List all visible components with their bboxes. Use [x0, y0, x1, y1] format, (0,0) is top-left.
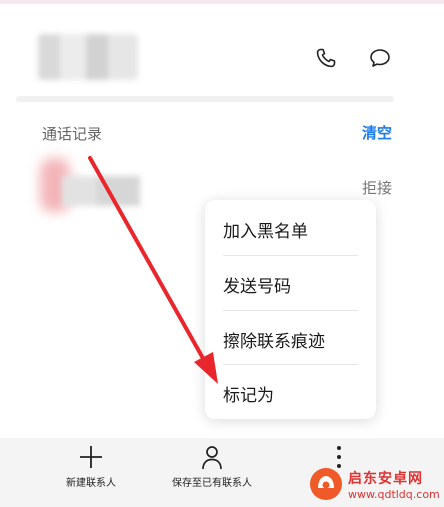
watermark-url: www.qdtldq.com	[348, 487, 440, 501]
context-menu: 加入黑名单 发送号码 擦除联系痕迹 标记为	[205, 200, 376, 419]
phone-icon	[316, 48, 336, 68]
clear-call-log-button[interactable]: 清空	[362, 122, 392, 143]
watermark-title: 启东安卓网	[348, 470, 423, 487]
new-contact-button[interactable]: 新建联系人	[66, 444, 116, 489]
message-icon	[370, 49, 390, 67]
menu-item-mark-as[interactable]: 标记为	[223, 381, 274, 406]
menu-divider	[223, 310, 358, 311]
plus-icon	[80, 446, 102, 468]
person-icon	[202, 446, 222, 470]
top-strip	[0, 0, 444, 4]
call-button[interactable]	[310, 42, 342, 74]
call-log-title: 通话记录	[42, 125, 103, 143]
caller-number-redacted	[62, 176, 140, 206]
menu-item-erase-traces[interactable]: 擦除联系痕迹	[223, 327, 325, 352]
menu-item-send-number[interactable]: 发送号码	[223, 272, 291, 297]
save-to-existing-contact-button[interactable]: 保存至已有联系人	[172, 444, 252, 489]
menu-divider	[223, 255, 358, 256]
menu-item-add-blacklist[interactable]: 加入黑名单	[223, 217, 308, 242]
new-contact-label: 新建联系人	[66, 478, 116, 489]
header-divider	[16, 96, 394, 102]
call-status-label: 拒接	[362, 179, 393, 197]
menu-divider	[223, 364, 358, 365]
watermark-logo-icon	[310, 468, 342, 500]
save-to-existing-label: 保存至已有联系人	[172, 478, 252, 489]
site-watermark: 启东安卓网 www.qdtldq.com	[308, 464, 444, 504]
message-button[interactable]	[364, 42, 396, 74]
contact-name-redacted	[38, 34, 138, 80]
